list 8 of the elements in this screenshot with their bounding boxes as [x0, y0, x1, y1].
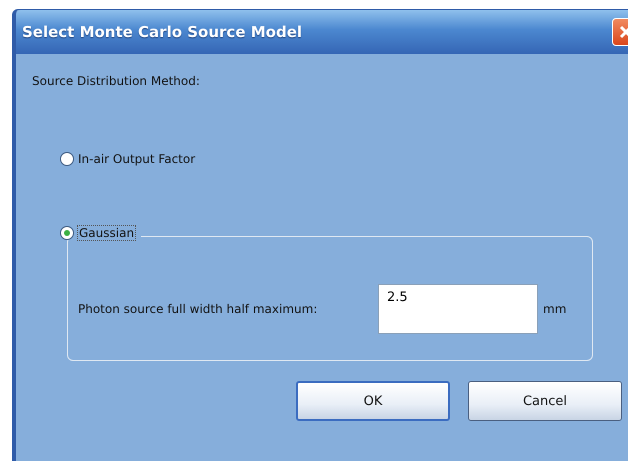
section-label: Source Distribution Method: — [32, 74, 201, 88]
input-field[interactable]: 2.5 — [378, 284, 538, 334]
cancel-button[interactable]: Cancel — [468, 381, 622, 421]
unit-label: mm — [543, 302, 566, 316]
field-label: Photon source full width half maximum: — [78, 302, 318, 316]
radio-option[interactable]: In-air Output Factor — [60, 152, 628, 166]
ok-button[interactable]: OK — [296, 381, 450, 421]
window-title: Select Monte Carlo Source Model — [22, 23, 304, 41]
